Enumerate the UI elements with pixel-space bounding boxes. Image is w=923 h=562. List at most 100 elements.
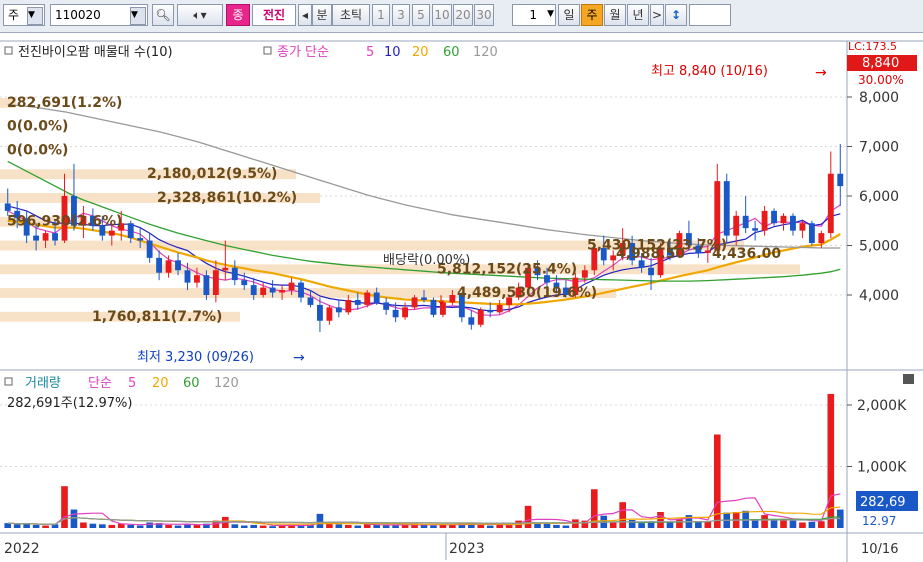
- candle-body: [780, 215, 787, 224]
- day-button[interactable]: 일: [558, 4, 580, 26]
- interval-30-button[interactable]: 30: [474, 4, 494, 26]
- volume-bar: [818, 521, 825, 528]
- volume-bar: [108, 524, 116, 528]
- x-label-2022: 2022: [4, 541, 40, 557]
- price-panel-title: 전진바이오팜 매물대 수(10): [18, 45, 173, 60]
- volume-profile-label: 4,489,530(19.6%): [457, 285, 597, 301]
- candle-body: [818, 233, 825, 244]
- candle-body: [373, 292, 380, 303]
- volume-bar: [553, 524, 560, 528]
- candle-body: [288, 282, 295, 291]
- stock-code-input[interactable]: 110020 ▼: [50, 4, 148, 26]
- speaker-button[interactable]: 🔈︎▾: [177, 4, 223, 26]
- volume-bar: [486, 525, 494, 528]
- price-tick-label: 8,000: [859, 90, 899, 106]
- volume-bar: [808, 521, 816, 528]
- volume-bar: [373, 524, 381, 528]
- volume-bar: [13, 524, 21, 528]
- candle-body: [222, 267, 229, 271]
- volume-bar: [70, 509, 78, 528]
- market-select[interactable]: 주 ▼: [3, 4, 45, 26]
- toolbar: 주 ▼ 110020 ▼ 🔍︎ 🔈︎▾ 종 전진 ◂ 분 초틱 1 3 5 10…: [0, 0, 923, 33]
- candle-body: [733, 215, 740, 236]
- volume-bar: [231, 524, 239, 528]
- stock-chart[interactable]: 282,691(1.2%) 0(0.0%) 0(0.0%) 2,180,012(9.5…: [0, 33, 923, 562]
- tag-button[interactable]: 종: [226, 4, 250, 26]
- candle-body: [231, 267, 238, 281]
- speaker-icon: 🔈︎▾: [193, 8, 207, 22]
- tick-button[interactable]: 초틱: [332, 4, 370, 26]
- volume-bar: [184, 524, 191, 528]
- volume-profile-label: 0(0.0%): [7, 142, 68, 158]
- chevron-down-icon[interactable]: ▼: [27, 7, 43, 25]
- candle-body: [581, 270, 588, 278]
- candle-body: [165, 260, 172, 273]
- ma-legend-label: 종가 단순: [277, 45, 329, 60]
- volume-bar: [562, 525, 570, 528]
- next-period-button[interactable]: >: [650, 4, 664, 26]
- candle-body: [496, 304, 503, 313]
- ma20-legend: 20: [412, 45, 429, 60]
- volume-bar: [477, 524, 485, 528]
- candle-body: [52, 233, 58, 241]
- volume-ma120-legend: 120: [214, 376, 239, 391]
- volume-bar: [666, 522, 674, 528]
- current-price-value: 8,840: [862, 56, 899, 71]
- low-price-label: 최저 3,230 (09/26): [137, 350, 254, 365]
- interval-10-button[interactable]: 10: [432, 4, 452, 26]
- search-button[interactable]: 🔍︎: [152, 4, 174, 26]
- candle-body: [307, 297, 314, 305]
- candle-body: [156, 257, 163, 273]
- volume-bar: [695, 521, 702, 528]
- candle-body: [364, 292, 371, 305]
- candle-body: [345, 299, 352, 313]
- minute-button[interactable]: 분: [312, 4, 332, 26]
- candle-body: [335, 307, 342, 313]
- volume-bar: [524, 505, 532, 528]
- close-icon[interactable]: [903, 374, 914, 384]
- volume-bar: [269, 526, 276, 528]
- volume-bar: [392, 525, 399, 528]
- candle-body: [137, 238, 144, 241]
- week-button[interactable]: 주: [581, 4, 603, 26]
- volume-bar: [316, 513, 324, 528]
- arrow-right-icon: →: [815, 65, 827, 81]
- interval-20-button[interactable]: 20: [453, 4, 473, 26]
- period-prev-button[interactable]: ◂: [298, 4, 312, 26]
- interval-1-button[interactable]: 1: [372, 4, 390, 26]
- volume-bar: [789, 520, 797, 528]
- volume-profile-label: 596,930(2.6%): [7, 214, 122, 230]
- candle-body: [175, 260, 181, 271]
- volume-bar: [80, 522, 87, 528]
- volume-bar: [354, 525, 362, 528]
- ma120-legend: 120: [473, 45, 498, 60]
- candle-body: [808, 223, 815, 244]
- candle-body: [799, 223, 806, 231]
- search-icon: 🔍︎: [155, 8, 171, 22]
- chevron-down-icon[interactable]: ▼: [542, 7, 554, 23]
- candle-body: [477, 309, 484, 325]
- interval-5-button[interactable]: 5: [412, 4, 430, 26]
- candle-body: [203, 275, 210, 295]
- scale-toggle-button[interactable]: ↕: [665, 4, 687, 26]
- price-tick-label: 4,000: [859, 288, 899, 304]
- volume-bar: [42, 525, 49, 528]
- extra-input[interactable]: [689, 4, 731, 26]
- price-tick-label: 7,000: [859, 140, 899, 156]
- volume-bar: [240, 525, 248, 528]
- count-select[interactable]: 1 ▼: [512, 4, 556, 26]
- year-button[interactable]: 년: [627, 4, 649, 26]
- candle-body: [411, 297, 418, 308]
- candle-body: [354, 299, 361, 305]
- ma60-legend: 60: [443, 45, 460, 60]
- candle-body: [487, 309, 494, 313]
- market-label: 주: [8, 8, 20, 22]
- volume-bar: [193, 524, 201, 528]
- limit-percent-tag: 30.00%: [858, 73, 904, 87]
- month-button[interactable]: 월: [604, 4, 626, 26]
- chevron-down-icon[interactable]: ▼: [130, 7, 146, 25]
- interval-3-button[interactable]: 3: [392, 4, 410, 26]
- count-value: 1: [529, 8, 537, 22]
- x-label-2023: 2023: [449, 541, 485, 557]
- volume-profile-label: 0(0.0%): [7, 119, 68, 135]
